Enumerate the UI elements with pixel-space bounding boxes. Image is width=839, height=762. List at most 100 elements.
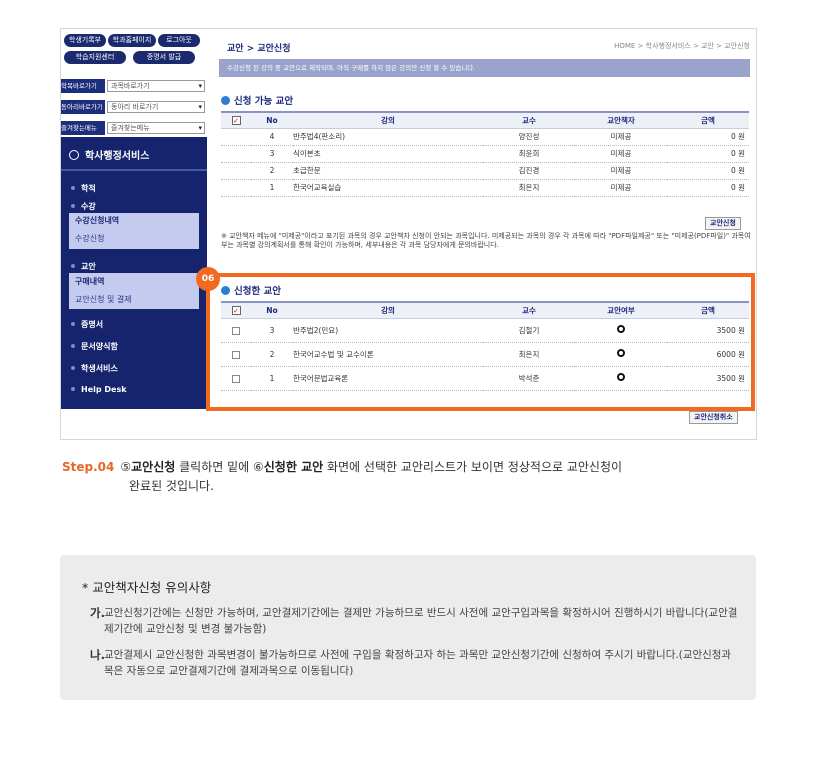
row-book: 미제공 — [575, 128, 667, 146]
certificate-button[interactable]: 증명서 발급 — [133, 51, 195, 64]
highlight-frame — [206, 273, 755, 411]
nav-item-label: 증명서 — [81, 320, 104, 329]
notice-item-text: 교안결제시 교안신청한 과목변경이 불가능하므로 사전에 구입을 확정하고자 하… — [104, 649, 732, 677]
dept-homepage-button[interactable]: 학과홈페이지 — [108, 34, 156, 47]
info-bar: 수강신청 된 강의 중 교안으로 제작되며, 아직 구매를 하지 않은 강의만 … — [219, 59, 750, 77]
cancel-gyoan-button[interactable]: 교안신청취소 — [689, 411, 738, 424]
service-icon — [69, 150, 79, 160]
table-row: 4 반주법4(판소리) 양진성 미제공 0 원 — [221, 128, 749, 146]
notice-item: 가. 교안신청기간에는 신청만 가능하며, 교안결제기간에는 결제만 가능하므로… — [90, 605, 740, 637]
apply-gyoan-button[interactable]: 교안신청 — [705, 217, 741, 230]
bullet-icon — [71, 186, 75, 190]
course-shortcut-value: 과목바로가기 — [111, 82, 150, 90]
step-bold-2: 신청한 교안 — [263, 460, 324, 474]
favorites-row: 즐겨찾는메뉴 즐겨찾는메뉴 ▾ — [61, 121, 207, 135]
row-course: 한국어교육실습 — [293, 179, 483, 197]
bullet-icon — [221, 96, 230, 105]
row-prof: 최은지 — [483, 179, 575, 197]
row-book: 미제공 — [575, 145, 667, 163]
favorites-select[interactable]: 즐겨찾는메뉴 ▾ — [107, 122, 205, 134]
notice-text: ※ 교안책자 메뉴에 "미제공"이라고 표기된 과목의 경우 교안책자 신청이 … — [221, 232, 751, 249]
step-marker-1: ⑤ — [120, 460, 132, 474]
nav-panel: 학사행정서비스 학적 수강 수강신청내역 수강신청 교안 구매내역 교안신청 및… — [61, 137, 207, 409]
course-shortcut-label: 학목바로가기 — [61, 79, 105, 93]
row-course: 초급한문 — [293, 162, 483, 180]
nav-sub-label: 수강신청내역 — [75, 216, 120, 225]
table-row: 2 초급한문 김진경 미제공 0 원 — [221, 162, 749, 180]
row-prof: 양진성 — [483, 128, 575, 146]
nav-sub-label: 교안신청 및 결제 — [75, 295, 132, 304]
logout-button[interactable]: 로그아웃 — [158, 34, 200, 47]
favorites-value: 즐겨찾는메뉴 — [111, 124, 150, 132]
row-course: 식이본초 — [293, 145, 483, 163]
row-course: 반주법4(판소리) — [293, 128, 483, 146]
row-book: 미제공 — [575, 162, 667, 180]
breadcrumb: HOME > 학사행정서비스 > 교안 > 교안신청 — [614, 42, 750, 50]
nav-item-docs[interactable]: 문서양식함 — [61, 341, 207, 352]
available-heading: 신청 가능 교안 — [221, 93, 293, 107]
bullet-icon — [71, 322, 75, 326]
row-price: 0 원 — [667, 179, 749, 197]
nav-sub-gyoan-apply[interactable]: 교안신청 및 결제 — [69, 292, 199, 308]
step-text-1: 클릭하면 밑에 — [175, 460, 253, 474]
nav-item-hakjeok[interactable]: 학적 — [61, 183, 207, 194]
nav-item-help-desk[interactable]: Help Desk — [61, 385, 207, 394]
header-no: No — [251, 111, 293, 129]
nav-sub-sugang-apply[interactable]: 수강신청 — [69, 231, 199, 247]
course-shortcut-select[interactable]: 과목바로가기 ▾ — [107, 80, 205, 92]
nav-sub-sugang-history[interactable]: 수강신청내역 — [69, 213, 199, 229]
select-all-cell[interactable]: ✓ — [221, 111, 251, 129]
row-check — [221, 128, 251, 146]
bullet-icon — [71, 366, 75, 370]
nav-item-sugang[interactable]: 수강 — [61, 201, 207, 212]
notice-item: 나. 교안결제시 교안신청한 과목변경이 불가능하므로 사전에 구입을 확정하고… — [90, 647, 740, 679]
nav-item-label: 문서양식함 — [81, 342, 118, 351]
row-no: 3 — [251, 145, 293, 163]
checkbox-icon[interactable]: ✓ — [231, 116, 241, 125]
nav-sub-label: 구매내역 — [75, 277, 105, 286]
club-shortcut-label: 동아리바로가기 — [61, 100, 105, 114]
row-check — [221, 162, 251, 180]
chevron-down-icon: ▾ — [198, 103, 202, 111]
student-record-button[interactable]: 학생기록부 — [64, 34, 106, 47]
favorites-label: 즐겨찾는메뉴 — [61, 121, 105, 135]
step-marker-2: ⑥ — [253, 460, 264, 474]
nav-title: 학사행정서비스 — [69, 147, 149, 162]
bullet-icon — [71, 387, 75, 391]
bullet-icon — [71, 264, 75, 268]
row-no: 2 — [251, 162, 293, 180]
available-table: ✓ No 강의 교수 교안책자 금액 4 반주법4(판소리) 양진성 미제공 0… — [221, 111, 749, 197]
nav-title-text: 학사행정서비스 — [85, 151, 150, 162]
nav-item-gyoan[interactable]: 교안 — [61, 261, 207, 272]
chevron-down-icon: ▾ — [198, 82, 202, 90]
available-heading-text: 신청 가능 교안 — [234, 96, 294, 107]
notice-item-text: 교안신청기간에는 신청만 가능하며, 교안결제기간에는 결제만 가능하므로 반드… — [104, 607, 738, 635]
header-price: 금액 — [667, 111, 749, 129]
row-book: 미제공 — [575, 179, 667, 197]
header-course: 강의 — [293, 111, 483, 129]
nav-sub-purchase-history[interactable]: 구매내역 — [69, 274, 199, 290]
nav-item-label: 수강 — [81, 202, 96, 211]
step-line-2: 완료된 것입니다. — [129, 479, 214, 493]
nav-item-label: 학생서비스 — [81, 364, 118, 373]
row-no: 4 — [251, 128, 293, 146]
row-no: 1 — [251, 179, 293, 197]
nav-sub-label: 수강신청 — [75, 234, 105, 243]
learning-center-button[interactable]: 학습지원센터 — [64, 51, 126, 64]
table-header: ✓ No 강의 교수 교안책자 금액 — [221, 111, 749, 129]
nav-item-cert[interactable]: 증명서 — [61, 319, 207, 330]
notice-item-key: 가. — [90, 606, 105, 620]
club-shortcut-row: 동아리바로가기 동아리 바로가기 ▾ — [61, 100, 207, 114]
chevron-down-icon: ▾ — [198, 124, 202, 132]
row-price: 0 원 — [667, 162, 749, 180]
table-row: 3 식이본초 최윤희 미제공 0 원 — [221, 145, 749, 163]
club-shortcut-select[interactable]: 동아리 바로가기 ▾ — [107, 101, 205, 113]
step-number: Step.04 — [62, 460, 115, 474]
sidebar: 학생기록부 학과홈페이지 로그아웃 학습지원센터 증명서 발급 학목바로가기 과… — [61, 29, 207, 409]
nav-item-student-service[interactable]: 학생서비스 — [61, 363, 207, 374]
bullet-icon — [71, 344, 75, 348]
nav-item-label: 교안 — [81, 262, 96, 271]
row-check — [221, 145, 251, 163]
nav-item-label: Help Desk — [81, 385, 127, 394]
row-prof: 최윤희 — [483, 145, 575, 163]
